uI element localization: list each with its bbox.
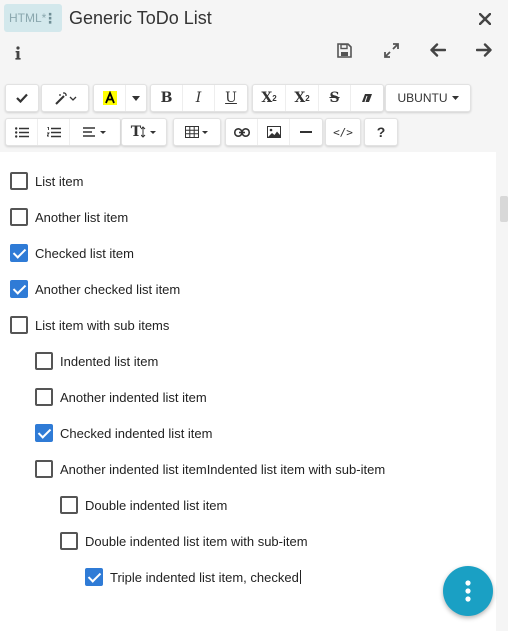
toolbar-group-table	[173, 118, 221, 146]
toolbar-group-text-size: T	[121, 118, 167, 146]
todo-item: Triple indented list item, checked	[85, 567, 301, 587]
toolbar-group-style	[41, 84, 89, 112]
todo-checkbox[interactable]	[10, 316, 28, 334]
arrow-left-icon[interactable]	[429, 41, 447, 59]
todo-item: Double indented list item	[60, 495, 227, 515]
toolbar-group-task	[5, 84, 39, 112]
todo-item: Indented list item	[35, 351, 158, 371]
todo-label[interactable]: Indented list item	[60, 354, 158, 369]
todo-checkbox[interactable]	[10, 208, 28, 226]
todo-item: List item with sub items	[10, 315, 169, 335]
close-icon[interactable]	[476, 10, 494, 28]
horizontal-rule-icon[interactable]	[290, 119, 322, 145]
todo-item: Another indented list itemIndented list …	[35, 459, 385, 479]
expand-icon[interactable]	[382, 41, 400, 59]
todo-label[interactable]: Checked indented list item	[60, 426, 212, 441]
html-mode-badge[interactable]: HTML* ⋮	[4, 4, 62, 32]
todo-checkbox[interactable]	[10, 280, 28, 298]
todo-label[interactable]: Another indented list itemIndented list …	[60, 462, 385, 477]
todo-label[interactable]: Another indented list item	[60, 390, 207, 405]
eraser-icon[interactable]	[351, 85, 383, 111]
toolbar-group-color	[93, 84, 147, 112]
info-icon[interactable]	[10, 44, 26, 62]
todo-checkbox[interactable]	[35, 460, 53, 478]
todo-item: Double indented list item with sub-item	[60, 531, 308, 551]
todo-checkbox[interactable]	[35, 352, 53, 370]
subscript-label: X	[294, 90, 306, 106]
toolbar-group-code: </>	[325, 118, 361, 146]
todo-label[interactable]: Another list item	[35, 210, 128, 225]
editor-toolbar: B I U X2 X2 S UBUNTU T </> ?	[0, 82, 508, 150]
numbered-list-icon[interactable]	[38, 119, 70, 145]
toolbar-group-help: ?	[364, 118, 398, 146]
editor-header: HTML* ⋮ Generic ToDo List	[0, 0, 508, 80]
todo-label[interactable]: Checked list item	[35, 246, 134, 261]
font-family-label: UBUNTU	[397, 91, 448, 105]
todo-item: Checked indented list item	[35, 423, 212, 443]
font-family-dropdown[interactable]: UBUNTU	[386, 85, 470, 111]
toolbar-group-lists	[5, 118, 121, 146]
align-dropdown[interactable]	[70, 119, 120, 145]
toolbar-group-insert	[225, 118, 323, 146]
scrollbar[interactable]	[500, 196, 508, 222]
more-actions-button[interactable]	[443, 566, 493, 616]
text-size-label: T	[130, 124, 142, 140]
link-icon[interactable]	[226, 119, 258, 145]
arrow-right-icon[interactable]	[475, 41, 493, 59]
table-dropdown[interactable]	[174, 119, 220, 145]
underline-button[interactable]: U	[215, 85, 247, 111]
todo-checkbox[interactable]	[35, 424, 53, 442]
help-button[interactable]: ?	[365, 119, 397, 145]
todo-checkbox[interactable]	[10, 172, 28, 190]
todo-label[interactable]: Triple indented list item, checked	[110, 570, 299, 585]
todo-checkbox[interactable]	[60, 532, 78, 550]
badge-label: HTML*	[9, 11, 47, 25]
badge-menu-icon[interactable]: ⋮	[43, 4, 57, 32]
text-size-dropdown[interactable]: T	[122, 119, 166, 145]
todo-item: Another indented list item	[35, 387, 207, 407]
todo-item: Another list item	[10, 207, 128, 227]
highlight-color-icon[interactable]	[94, 85, 126, 111]
page-title: Generic ToDo List	[69, 8, 212, 28]
todo-checkbox[interactable]	[60, 496, 78, 514]
toolbar-group-script: X2 X2 S	[252, 84, 384, 112]
vertical-dots-icon	[465, 580, 471, 602]
subscript-button[interactable]: X2	[286, 85, 319, 111]
todo-label[interactable]: Double indented list item with sub-item	[85, 534, 308, 549]
code-view-button[interactable]: </>	[326, 119, 360, 145]
strikethrough-button[interactable]: S	[319, 85, 351, 111]
superscript-button[interactable]: X2	[253, 85, 286, 111]
chevron-down-icon[interactable]	[126, 85, 146, 111]
todo-checkbox[interactable]	[10, 244, 28, 262]
image-icon[interactable]	[258, 119, 290, 145]
todo-item: Checked list item	[10, 243, 134, 263]
superscript-label: X	[261, 90, 273, 106]
magic-wand-icon[interactable]	[42, 85, 88, 111]
todo-label[interactable]: Double indented list item	[85, 498, 227, 513]
text-cursor	[299, 570, 301, 584]
bold-button[interactable]: B	[151, 85, 183, 111]
todo-checkbox[interactable]	[35, 388, 53, 406]
check-icon[interactable]	[6, 85, 38, 111]
italic-button[interactable]: I	[183, 85, 215, 111]
bullet-list-icon[interactable]	[6, 119, 38, 145]
toolbar-group-font: UBUNTU	[385, 84, 471, 112]
todo-checkbox[interactable]	[85, 568, 103, 586]
todo-item: List item	[10, 171, 83, 191]
editor-content[interactable]: List item Another list item Checked list i…	[0, 152, 496, 631]
todo-label[interactable]: List item	[35, 174, 83, 189]
todo-label[interactable]: Another checked list item	[35, 282, 180, 297]
save-icon[interactable]	[335, 41, 353, 59]
todo-label[interactable]: List item with sub items	[35, 318, 169, 333]
toolbar-group-font-style: B I U	[150, 84, 248, 112]
todo-item: Another checked list item	[10, 279, 180, 299]
